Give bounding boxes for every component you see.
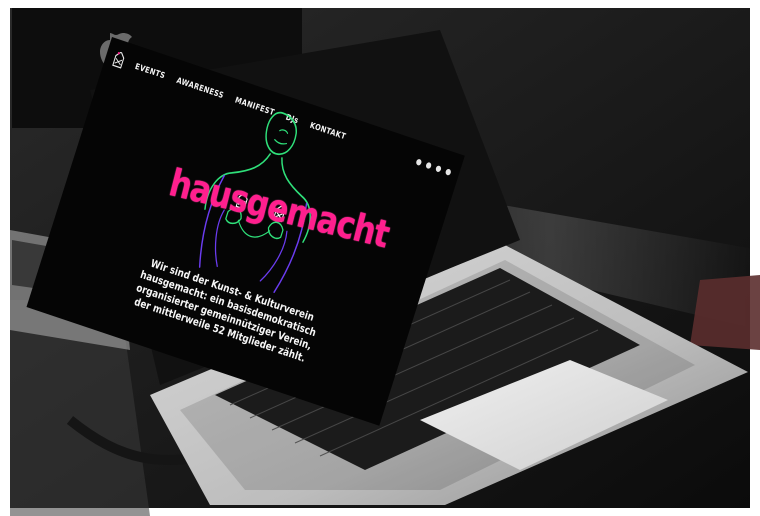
link-icon[interactable] bbox=[445, 167, 452, 176]
lantern-logo-icon[interactable] bbox=[111, 50, 126, 70]
instagram-icon[interactable] bbox=[425, 161, 433, 169]
soundcloud-icon[interactable] bbox=[435, 164, 443, 173]
facebook-icon[interactable] bbox=[415, 157, 423, 166]
social-links bbox=[415, 157, 452, 176]
nav-events[interactable]: EVENTS bbox=[134, 61, 167, 81]
background-phone bbox=[690, 275, 760, 350]
